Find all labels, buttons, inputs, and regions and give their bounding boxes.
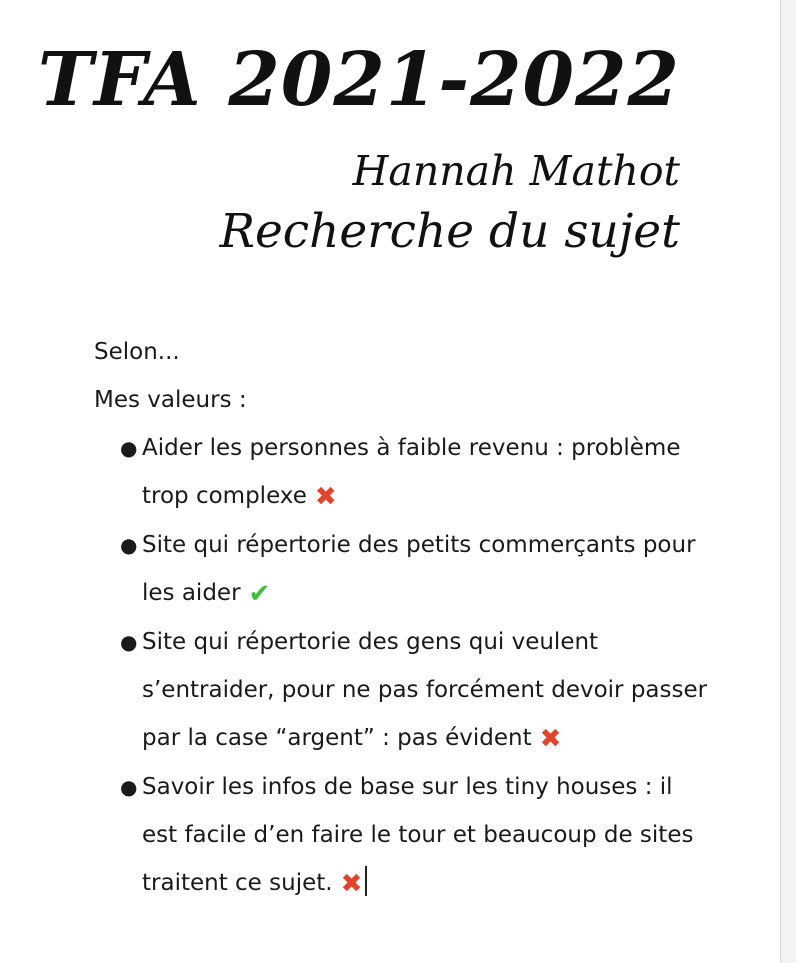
values-list: ● Aider les personnes à faible revenu : … (94, 424, 714, 908)
list-item-text: Aider les personnes à faible revenu : pr… (142, 435, 681, 509)
cross-mark-icon: ✖ (340, 869, 363, 899)
list-item-text: Site qui répertorie des petits commerçan… (142, 532, 696, 606)
header: TFA 2021-2022 Hannah Mathot Recherche du… (38, 30, 680, 264)
document-body[interactable]: Selon... Mes valeurs : ● Aider les perso… (94, 328, 714, 908)
scrollbar-track[interactable] (782, 0, 796, 963)
check-mark-icon: ✔ (248, 579, 271, 609)
list-item: ● Site qui répertorie des petits commerç… (120, 521, 714, 618)
list-item: ● Savoir les infos de base sur les tiny … (120, 763, 714, 908)
values-label: Mes valeurs : (94, 387, 247, 413)
bullet-icon: ● (120, 436, 138, 460)
page-title: TFA 2021-2022 (37, 37, 680, 123)
list-item: ● Site qui répertorie des gens qui veule… (120, 618, 714, 763)
list-item-text: Site qui répertorie des gens qui veulent… (142, 629, 708, 751)
bullet-icon: ● (120, 533, 138, 557)
bullet-icon: ● (120, 775, 138, 799)
cross-mark-icon: ✖ (539, 724, 562, 754)
intro-text: Selon... (94, 339, 180, 365)
cross-mark-icon: ✖ (314, 482, 337, 512)
bullet-icon: ● (120, 630, 138, 654)
author-name: Hannah Mathot (352, 147, 680, 195)
list-item-text: Savoir les infos de base sur les tiny ho… (142, 774, 694, 896)
list-item: ● Aider les personnes à faible revenu : … (120, 424, 714, 521)
subject-heading: Recherche du sujet (219, 204, 680, 259)
document-page: TFA 2021-2022 Hannah Mathot Recherche du… (0, 0, 781, 963)
text-cursor (365, 866, 367, 896)
